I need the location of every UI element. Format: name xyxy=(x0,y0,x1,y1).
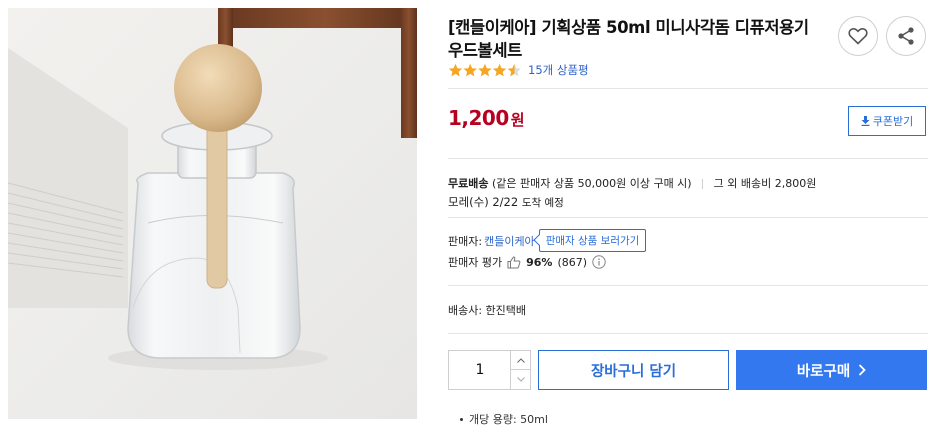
chevron-right-icon xyxy=(859,364,866,376)
arrival-date: 모레(수) 2/22 xyxy=(448,195,519,209)
price-amount: 1,200 xyxy=(448,106,509,130)
other-shipping-fee: 그 외 배송비 2,800원 xyxy=(713,177,817,190)
bullet xyxy=(460,417,463,421)
share-icon xyxy=(898,27,914,45)
star-rating xyxy=(448,63,522,78)
seller-eval-percent: 96% xyxy=(526,255,553,269)
heart-icon xyxy=(848,28,868,45)
quantity-decrease-button[interactable] xyxy=(510,370,530,389)
seller-eval-count: (867) xyxy=(557,255,588,269)
seller-products-button[interactable]: 판매자 상품 보러가기 xyxy=(538,229,647,252)
download-icon xyxy=(861,116,870,126)
quantity-input[interactable]: 1 xyxy=(449,351,511,389)
seller-label: 판매자: xyxy=(448,234,483,248)
rating-row: 15개 상품평 xyxy=(448,62,589,78)
spec-item: 개당 용량: 50ml xyxy=(469,413,548,426)
buy-now-button[interactable]: 바로구매 xyxy=(736,350,927,390)
price: 1,200 원 xyxy=(448,106,525,130)
product-info-panel: [캔들이케아] 기획상품 50ml 미니사각돔 디퓨저용기 우드볼세트 15개 … xyxy=(448,0,940,428)
review-count-link[interactable]: 15개 상품평 xyxy=(528,62,589,78)
buy-now-label: 바로구매 xyxy=(796,363,851,380)
divider xyxy=(448,88,928,89)
price-unit: 원 xyxy=(510,111,525,129)
product-photo-illustration xyxy=(8,8,417,370)
product-title: [캔들이케아] 기획상품 50ml 미니사각돔 디퓨저용기 우드볼세트 xyxy=(448,18,809,60)
chevron-down-icon xyxy=(516,377,525,382)
courier-info: 배송사: 한진택배 xyxy=(448,304,527,317)
free-shipping-condition: (같은 판매자 상품 50,000원 이상 구매 시) xyxy=(491,177,692,190)
quantity-increase-button[interactable] xyxy=(510,351,530,370)
seller-eval-label: 판매자 평가 xyxy=(448,256,503,269)
arrival-info: 모레(수) 2/22 도착 예정 xyxy=(448,194,564,210)
seller-evaluation: 판매자 평가 96% (867) xyxy=(448,254,606,270)
arrival-suffix: 도착 예정 xyxy=(521,197,564,209)
wishlist-button[interactable] xyxy=(838,16,878,56)
add-to-cart-button[interactable]: 장바구니 담기 xyxy=(538,350,729,390)
seller-name-link[interactable]: 캔들이케아 xyxy=(484,233,535,249)
coupon-button[interactable]: 쿠폰받기 xyxy=(848,106,926,136)
spec-list: 개당 용량: 50ml xyxy=(448,411,548,427)
product-image xyxy=(8,8,417,419)
shipping-info: 무료배송 (같은 판매자 상품 50,000원 이상 구매 시) 그 외 배송비… xyxy=(448,175,816,191)
divider xyxy=(448,285,928,286)
star-icon xyxy=(448,63,521,76)
divider xyxy=(448,333,928,334)
quantity-stepper: 1 xyxy=(448,350,531,390)
coupon-label: 쿠폰받기 xyxy=(872,115,914,128)
seller-row: 판매자: 캔들이케아 판매자 상품 보러가기 xyxy=(448,229,647,252)
divider xyxy=(702,179,704,189)
chevron-up-icon xyxy=(516,357,525,363)
divider xyxy=(448,158,928,159)
divider xyxy=(448,217,928,218)
free-shipping-label: 무료배송 xyxy=(448,177,489,190)
share-button[interactable] xyxy=(886,16,926,56)
info-icon[interactable] xyxy=(592,255,606,269)
thumbs-up-icon xyxy=(507,255,521,268)
